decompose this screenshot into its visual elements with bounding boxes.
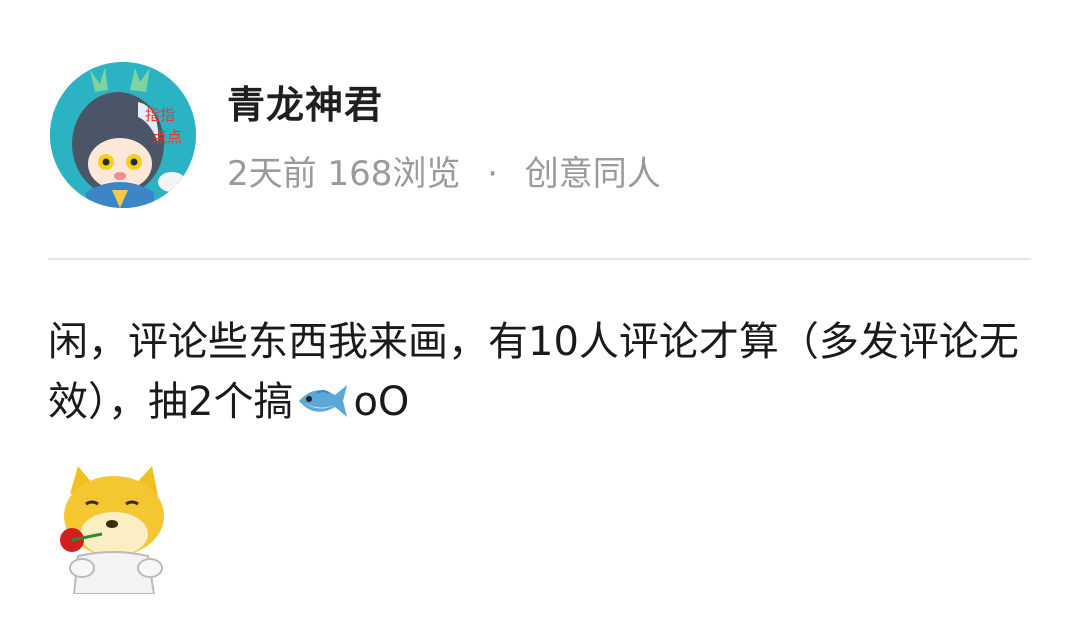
author-name[interactable]: 青龙神君 bbox=[227, 82, 661, 128]
avatar-illustration: 指指 点点 bbox=[50, 62, 196, 208]
doge-rose-icon bbox=[48, 464, 178, 595]
post-subline: 2天前 168浏览 · 创意同人 bbox=[227, 154, 661, 194]
fish-emoji-icon bbox=[295, 378, 351, 438]
meta-separator: · bbox=[487, 154, 498, 194]
avatar-text-line2: 点点 bbox=[152, 128, 182, 146]
author-avatar[interactable]: 指指 点点 bbox=[50, 62, 196, 208]
avatar-text-line1: 指指 bbox=[145, 106, 175, 124]
post-text-suffix: oO bbox=[353, 379, 410, 425]
post-header: 指指 点点 青龙神君 2天前 168浏览 · 创意同人 bbox=[50, 62, 661, 208]
post-time: 2天前 bbox=[227, 154, 317, 194]
doge-sticker[interactable] bbox=[48, 464, 178, 595]
post-meta: 青龙神君 2天前 168浏览 · 创意同人 bbox=[227, 82, 661, 194]
post-page: 指指 点点 青龙神君 2天前 168浏览 · 创意同人 闲，评论些东西我来画，有… bbox=[0, 0, 1079, 617]
post-views: 168浏览 bbox=[327, 154, 461, 194]
post-text: 闲，评论些东西我来画，有10人评论才算（多发评论无效），抽2个搞 bbox=[48, 319, 1019, 425]
post-category[interactable]: 创意同人 bbox=[525, 154, 661, 194]
header-divider bbox=[48, 258, 1031, 260]
post-content: 闲，评论些东西我来画，有10人评论才算（多发评论无效），抽2个搞 oO bbox=[48, 312, 1038, 438]
